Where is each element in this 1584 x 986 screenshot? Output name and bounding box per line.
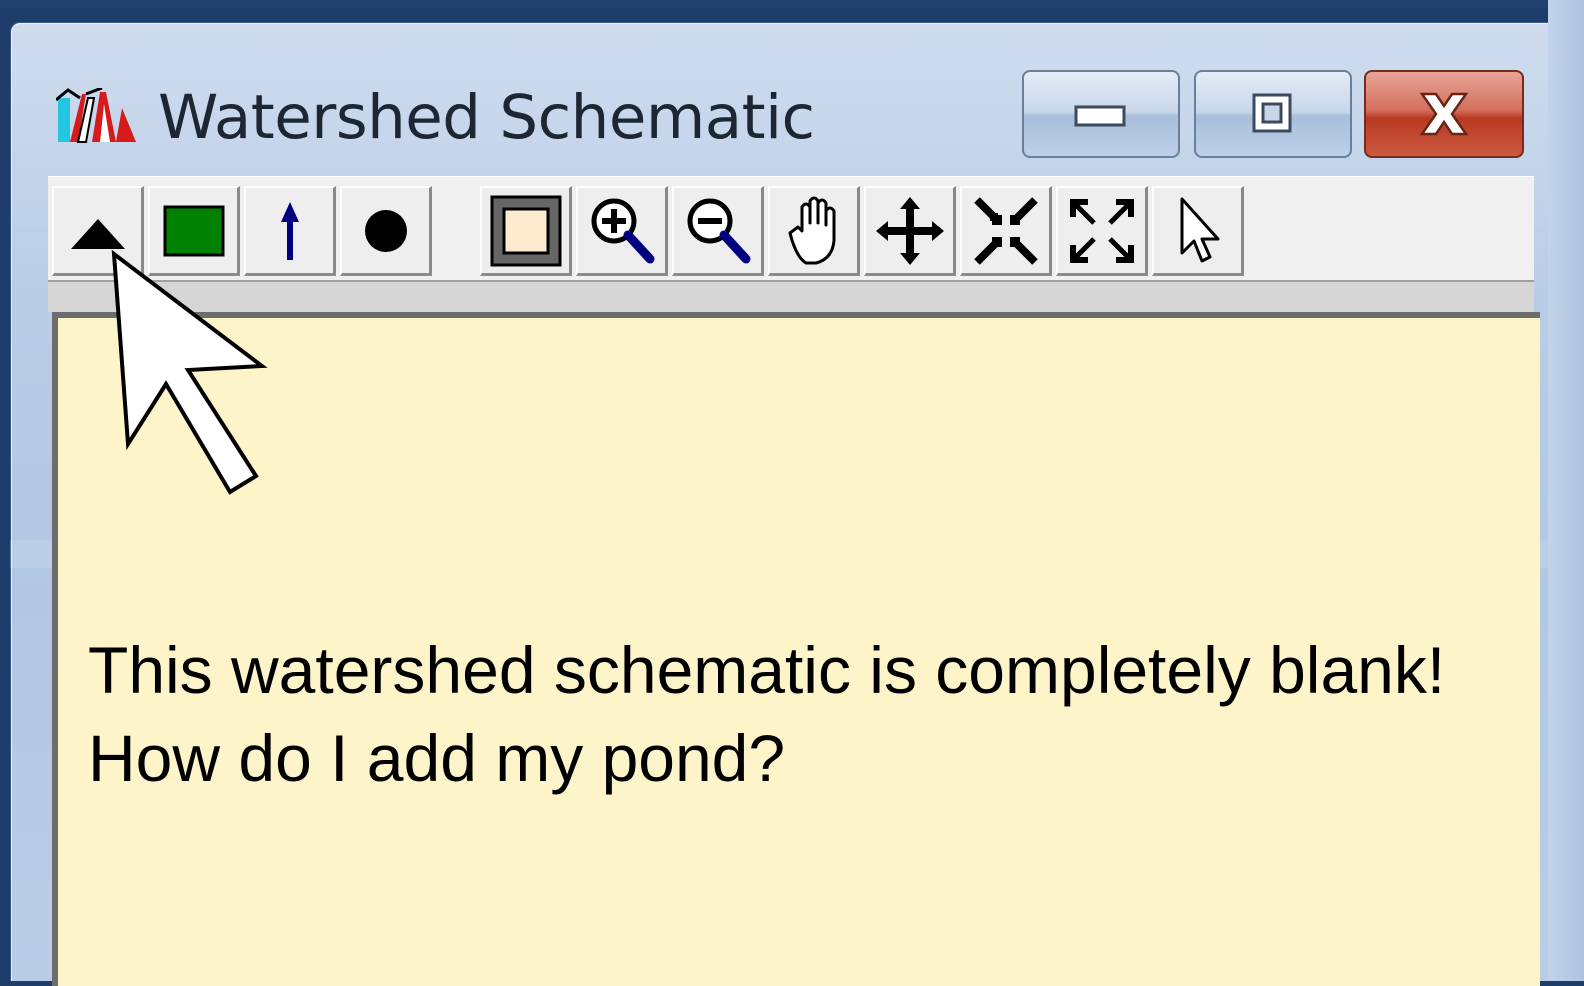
move-tool[interactable] xyxy=(864,186,956,276)
shrink-tool[interactable] xyxy=(960,186,1052,276)
callout-arrow-icon xyxy=(111,249,268,495)
close-icon xyxy=(1419,92,1469,136)
expand-arrows-icon xyxy=(1069,198,1134,263)
maximize-button[interactable] xyxy=(1194,70,1352,158)
cursor-icon xyxy=(1180,197,1219,262)
window-right-border xyxy=(1548,0,1584,980)
move-arrows-icon xyxy=(875,196,944,265)
add-link-tool[interactable] xyxy=(340,186,432,276)
frame-tool[interactable] xyxy=(480,186,572,276)
maximize-icon xyxy=(1252,93,1292,133)
annotation-line-2: How do I add my pond? xyxy=(88,721,786,795)
pan-tool[interactable] xyxy=(768,186,860,276)
close-button[interactable] xyxy=(1364,70,1524,158)
zoom-out-icon xyxy=(687,198,750,263)
desktop-background xyxy=(0,0,1584,8)
canvas-annotation: This watershed schematic is completely b… xyxy=(88,626,1508,802)
expand-tool[interactable] xyxy=(1056,186,1148,276)
frame-icon xyxy=(490,195,561,266)
black-dot-icon xyxy=(364,209,407,252)
hand-icon xyxy=(788,196,835,264)
minimize-icon xyxy=(1074,105,1126,127)
annotation-line-1: This watershed schematic is completely b… xyxy=(88,633,1446,707)
zoom-out-tool[interactable] xyxy=(672,186,764,276)
zoom-in-icon xyxy=(591,198,654,263)
minimize-button[interactable] xyxy=(1022,70,1180,158)
window-title: Watershed Schematic xyxy=(158,82,815,153)
shrink-arrows-icon xyxy=(973,196,1038,265)
zoom-in-tool[interactable] xyxy=(576,186,668,276)
watershed-app-icon[interactable] xyxy=(55,86,136,148)
select-tool[interactable] xyxy=(1152,186,1244,276)
